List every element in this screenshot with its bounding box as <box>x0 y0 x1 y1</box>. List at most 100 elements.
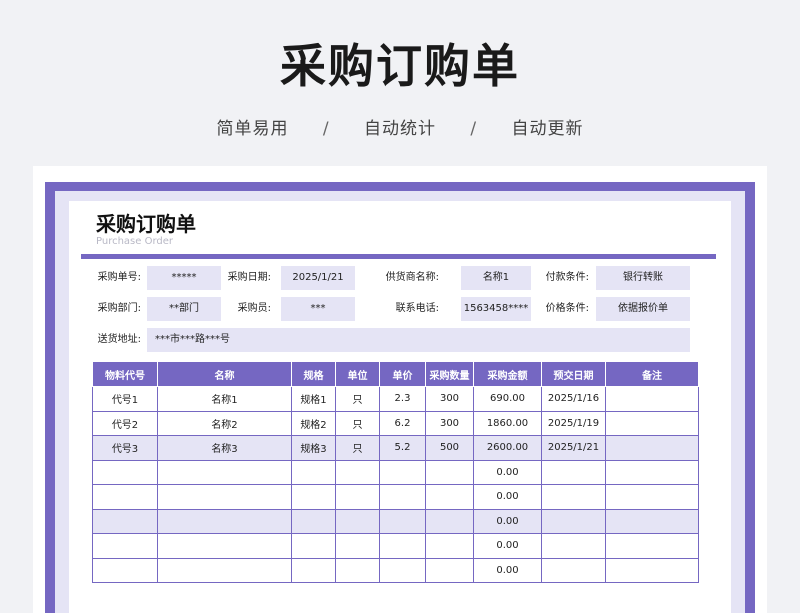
cell-remarks[interactable] <box>605 533 699 559</box>
cell-name[interactable]: 名称2 <box>157 410 292 436</box>
cell-spec[interactable] <box>291 508 336 534</box>
cell-name[interactable] <box>157 459 292 485</box>
cell-amount[interactable]: 0.00 <box>473 557 542 583</box>
cell-unit[interactable]: 只 <box>335 386 380 412</box>
cell-material-code[interactable]: 代号3 <box>92 435 158 461</box>
cell-material-code[interactable] <box>92 533 158 559</box>
cell-delivery-date[interactable] <box>541 459 606 485</box>
cell-remarks[interactable] <box>605 484 699 510</box>
cell-unit[interactable] <box>335 508 380 534</box>
table-row: 0.00 <box>92 533 699 559</box>
price-field[interactable]: 依据报价单 <box>596 297 690 321</box>
cell-spec[interactable]: 规格3 <box>291 435 336 461</box>
cell-delivery-date[interactable]: 2025/1/21 <box>541 435 606 461</box>
supplier-field[interactable]: 名称1 <box>461 266 531 290</box>
payment-field[interactable]: 银行转账 <box>596 266 690 290</box>
tagline-auto-update: 自动更新 <box>511 119 584 139</box>
cell-unit-price[interactable] <box>379 533 426 559</box>
cell-amount[interactable]: 2600.00 <box>473 435 542 461</box>
cell-remarks[interactable] <box>605 508 699 534</box>
cell-name[interactable] <box>157 508 292 534</box>
cell-unit-price[interactable] <box>379 459 426 485</box>
payment-label: 付款条件: <box>545 272 589 283</box>
cell-quantity[interactable] <box>425 533 474 559</box>
cell-delivery-date[interactable] <box>541 484 606 510</box>
order-no-field[interactable]: ***** <box>147 266 221 290</box>
cell-delivery-date[interactable] <box>541 508 606 534</box>
phone-field[interactable]: 1563458**** <box>461 297 531 321</box>
cell-delivery-date[interactable]: 2025/1/16 <box>541 386 606 412</box>
cell-quantity[interactable] <box>425 484 474 510</box>
cell-material-code[interactable] <box>92 557 158 583</box>
cell-quantity[interactable] <box>425 459 474 485</box>
cell-quantity[interactable]: 500 <box>425 435 474 461</box>
dept-label: 采购部门: <box>97 303 141 314</box>
price-label: 价格条件: <box>545 303 589 314</box>
cell-quantity[interactable]: 300 <box>425 386 474 412</box>
cell-amount[interactable]: 0.00 <box>473 459 542 485</box>
cell-remarks[interactable] <box>605 410 699 436</box>
cell-unit-price[interactable]: 5.2 <box>379 435 426 461</box>
cell-spec[interactable] <box>291 459 336 485</box>
cell-unit[interactable] <box>335 459 380 485</box>
cell-amount[interactable]: 0.00 <box>473 533 542 559</box>
cell-remarks[interactable] <box>605 557 699 583</box>
cell-name[interactable]: 名称1 <box>157 386 292 412</box>
tagline-auto-stats: 自动统计 <box>364 119 436 139</box>
cell-remarks[interactable] <box>605 386 699 412</box>
cell-name[interactable] <box>157 533 292 559</box>
table-row: 0.00 <box>92 557 699 583</box>
cell-material-code[interactable] <box>92 508 158 534</box>
cell-material-code[interactable]: 代号1 <box>92 386 158 412</box>
cell-name[interactable]: 名称3 <box>157 435 292 461</box>
address-field[interactable]: ***市***路***号 <box>147 328 690 352</box>
cell-amount[interactable]: 0.00 <box>473 508 542 534</box>
cell-quantity[interactable]: 300 <box>425 410 474 436</box>
cell-remarks[interactable] <box>605 435 699 461</box>
header-spec: 规格 <box>291 361 336 387</box>
cell-delivery-date[interactable]: 2025/1/19 <box>541 410 606 436</box>
cell-quantity[interactable] <box>425 508 474 534</box>
header-material-code: 物料代号 <box>92 361 158 387</box>
supplier-label: 供货商名称: <box>385 272 439 283</box>
cell-name[interactable] <box>157 557 292 583</box>
cell-spec[interactable] <box>291 533 336 559</box>
cell-unit[interactable] <box>335 557 380 583</box>
items-table: 物料代号 名称 规格 单位 单价 采购数量 采购金额 预交日期 备注 代号1 名… <box>92 361 699 583</box>
date-field[interactable]: 2025/1/21 <box>281 266 355 290</box>
cell-name[interactable] <box>157 484 292 510</box>
cell-unit-price[interactable] <box>379 484 426 510</box>
cell-unit-price[interactable] <box>379 557 426 583</box>
cell-spec[interactable] <box>291 484 336 510</box>
table-row: 0.00 <box>92 459 699 485</box>
cell-unit[interactable] <box>335 533 380 559</box>
cell-unit-price[interactable]: 2.3 <box>379 386 426 412</box>
cell-unit-price[interactable]: 6.2 <box>379 410 426 436</box>
tagline-separator: / <box>470 119 478 139</box>
cell-delivery-date[interactable] <box>541 533 606 559</box>
tagline-easy: 简单易用 <box>216 119 289 139</box>
cell-delivery-date[interactable] <box>541 557 606 583</box>
dept-field[interactable]: **部门 <box>147 297 221 321</box>
cell-amount[interactable]: 1860.00 <box>473 410 542 436</box>
cell-unit-price[interactable] <box>379 508 426 534</box>
table-row: 代号1 名称1 规格1 只 2.3 300 690.00 2025/1/16 <box>92 386 699 412</box>
cell-material-code[interactable] <box>92 484 158 510</box>
cell-remarks[interactable] <box>605 459 699 485</box>
cell-unit[interactable] <box>335 484 380 510</box>
header-quantity: 采购数量 <box>425 361 474 387</box>
cell-quantity[interactable] <box>425 557 474 583</box>
buyer-field[interactable]: *** <box>281 297 355 321</box>
cell-material-code[interactable] <box>92 459 158 485</box>
cell-spec[interactable]: 规格2 <box>291 410 336 436</box>
table-header-row: 物料代号 名称 规格 单位 单价 采购数量 采购金额 预交日期 备注 <box>92 361 699 387</box>
cell-amount[interactable]: 690.00 <box>473 386 542 412</box>
title-divider <box>81 254 716 259</box>
cell-unit[interactable]: 只 <box>335 410 380 436</box>
address-label: 送货地址: <box>97 334 141 345</box>
cell-spec[interactable] <box>291 557 336 583</box>
cell-amount[interactable]: 0.00 <box>473 484 542 510</box>
cell-spec[interactable]: 规格1 <box>291 386 336 412</box>
cell-material-code[interactable]: 代号2 <box>92 410 158 436</box>
cell-unit[interactable]: 只 <box>335 435 380 461</box>
